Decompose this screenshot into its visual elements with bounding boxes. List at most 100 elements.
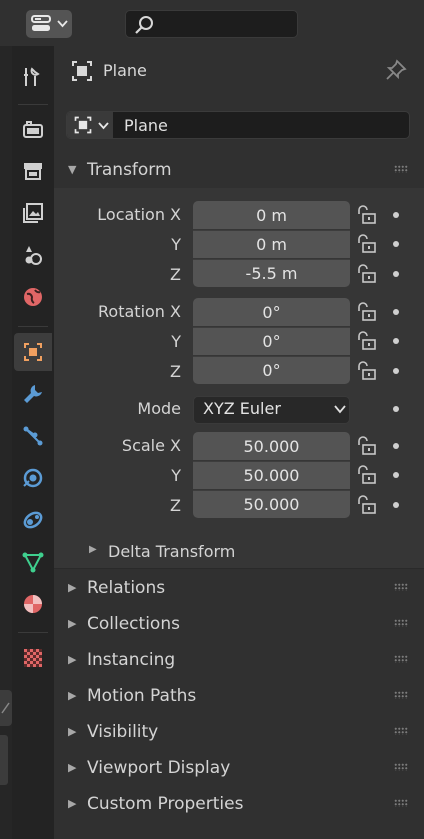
panel-title: Viewport Display (87, 758, 231, 778)
panel-title: Transform (87, 160, 172, 180)
texture-icon (24, 649, 42, 667)
object-datablock-field[interactable] (66, 111, 410, 139)
tab-separator (18, 326, 48, 327)
panel-header-motion-paths[interactable]: ▶ Motion Paths (54, 680, 424, 714)
tab-separator (18, 632, 48, 633)
editor-type-button[interactable] (26, 10, 72, 38)
tab-scene[interactable] (14, 236, 52, 274)
wrench-icon (24, 385, 42, 403)
panel-header-relations[interactable]: ▶ Relations (54, 572, 424, 606)
scale-x-field[interactable]: 50.000 (193, 432, 350, 460)
collapsed-arrow-icon: ▶ (68, 617, 77, 630)
keyframe-dot-icon[interactable] (393, 241, 399, 247)
tab-constraints[interactable] (14, 501, 52, 539)
collapsed-arrow-icon: ▶ (68, 581, 77, 594)
datablock-name-input[interactable]: Plane (124, 116, 168, 135)
lock-icon[interactable] (355, 436, 377, 456)
properties-editor-icon (31, 15, 51, 31)
tab-object[interactable] (14, 333, 52, 371)
particles-icon (23, 426, 43, 446)
object-name-label: Plane (103, 61, 147, 80)
lock-icon[interactable] (355, 495, 377, 515)
keyframe-dot-icon[interactable] (393, 212, 399, 218)
tab-texture[interactable] (14, 639, 52, 677)
lock-icon[interactable] (355, 264, 377, 284)
chevron-down-icon (334, 405, 346, 414)
location-x-field[interactable]: 0 m (193, 201, 350, 229)
mode-label: Mode (137, 399, 181, 418)
tab-render[interactable] (14, 110, 52, 148)
lock-icon[interactable] (355, 205, 377, 225)
scale-x-label: Scale X (121, 436, 181, 455)
keyframe-dot-icon[interactable] (393, 502, 399, 508)
tab-material[interactable] (14, 585, 52, 623)
panel-header-visibility[interactable]: ▶ Visibility (54, 716, 424, 750)
rotation-mode-value: XYZ Euler (203, 399, 281, 418)
keyframe-dot-icon[interactable] (393, 406, 399, 412)
rotation-x-label: Rotation X (98, 302, 181, 321)
collapsed-arrow-icon: ▶ (68, 689, 77, 702)
tab-modifiers[interactable] (14, 375, 52, 413)
location-z-field[interactable]: -5.5 m (193, 259, 350, 287)
subpanel-title: Delta Transform (108, 542, 236, 561)
tab-physics[interactable] (14, 459, 52, 497)
keyframe-dot-icon[interactable] (393, 309, 399, 315)
drag-grip-icon[interactable] (394, 655, 408, 663)
output-icon (24, 163, 42, 180)
drag-grip-icon[interactable] (394, 727, 408, 735)
datablock-browse-button[interactable] (67, 112, 113, 138)
gutter-pin-tab[interactable] (0, 690, 12, 726)
keyframe-dot-icon[interactable] (393, 472, 399, 478)
scale-z-label: Z (170, 496, 181, 515)
tab-output[interactable] (14, 152, 52, 190)
lock-icon[interactable] (355, 465, 377, 485)
properties-tab-bar (12, 46, 54, 839)
scale-z-field[interactable]: 50.000 (193, 490, 350, 518)
lock-icon[interactable] (355, 361, 377, 381)
gutter-scroll-tab[interactable] (0, 735, 8, 785)
keyframe-dot-icon[interactable] (393, 368, 399, 374)
constraints-icon (23, 511, 43, 529)
panel-header-transform[interactable]: ▼ Transform (54, 154, 424, 188)
drag-grip-icon[interactable] (394, 619, 408, 627)
panel-header-collections[interactable]: ▶ Collections (54, 608, 424, 642)
lock-icon[interactable] (355, 331, 377, 351)
pin-icon (1, 702, 10, 714)
keyframe-dot-icon[interactable] (393, 443, 399, 449)
panel-header-viewport-display[interactable]: ▶ Viewport Display (54, 752, 424, 786)
keyframe-dot-icon[interactable] (393, 271, 399, 277)
lock-icon[interactable] (355, 302, 377, 322)
keyframe-dot-icon[interactable] (393, 338, 399, 344)
rotation-z-field[interactable]: 0° (193, 356, 350, 384)
scale-y-field[interactable]: 50.000 (193, 461, 350, 489)
tab-particles[interactable] (14, 417, 52, 455)
panel-title: Relations (87, 578, 166, 598)
drag-grip-icon[interactable] (394, 583, 408, 591)
physics-icon (23, 468, 43, 488)
pin-icon[interactable] (384, 58, 408, 82)
rotation-y-field[interactable]: 0° (193, 327, 350, 355)
location-y-field[interactable]: 0 m (193, 230, 350, 258)
drag-grip-icon[interactable] (394, 165, 408, 173)
tab-view-layer[interactable] (14, 194, 52, 232)
drag-grip-icon[interactable] (394, 799, 408, 807)
lock-icon[interactable] (355, 234, 377, 254)
rotation-z-label: Z (170, 362, 181, 381)
panel-header-custom-properties[interactable]: ▶ Custom Properties (54, 788, 424, 822)
rotation-x-field[interactable]: 0° (193, 298, 350, 326)
drag-grip-icon[interactable] (394, 763, 408, 771)
tool-icon (24, 67, 40, 86)
search-icon (135, 16, 153, 34)
tab-separator (18, 104, 48, 105)
scale-y-label: Y (171, 466, 181, 485)
panel-header-instancing[interactable]: ▶ Instancing (54, 644, 424, 678)
search-input[interactable] (125, 10, 298, 38)
mesh-data-icon (22, 552, 44, 573)
tab-tool[interactable] (14, 58, 52, 96)
collapsed-arrow-icon: ▶ (89, 544, 97, 555)
render-icon (23, 121, 43, 138)
tab-world[interactable] (14, 278, 52, 316)
tab-data[interactable] (14, 543, 52, 581)
drag-grip-icon[interactable] (394, 691, 408, 699)
rotation-y-label: Y (171, 332, 181, 351)
